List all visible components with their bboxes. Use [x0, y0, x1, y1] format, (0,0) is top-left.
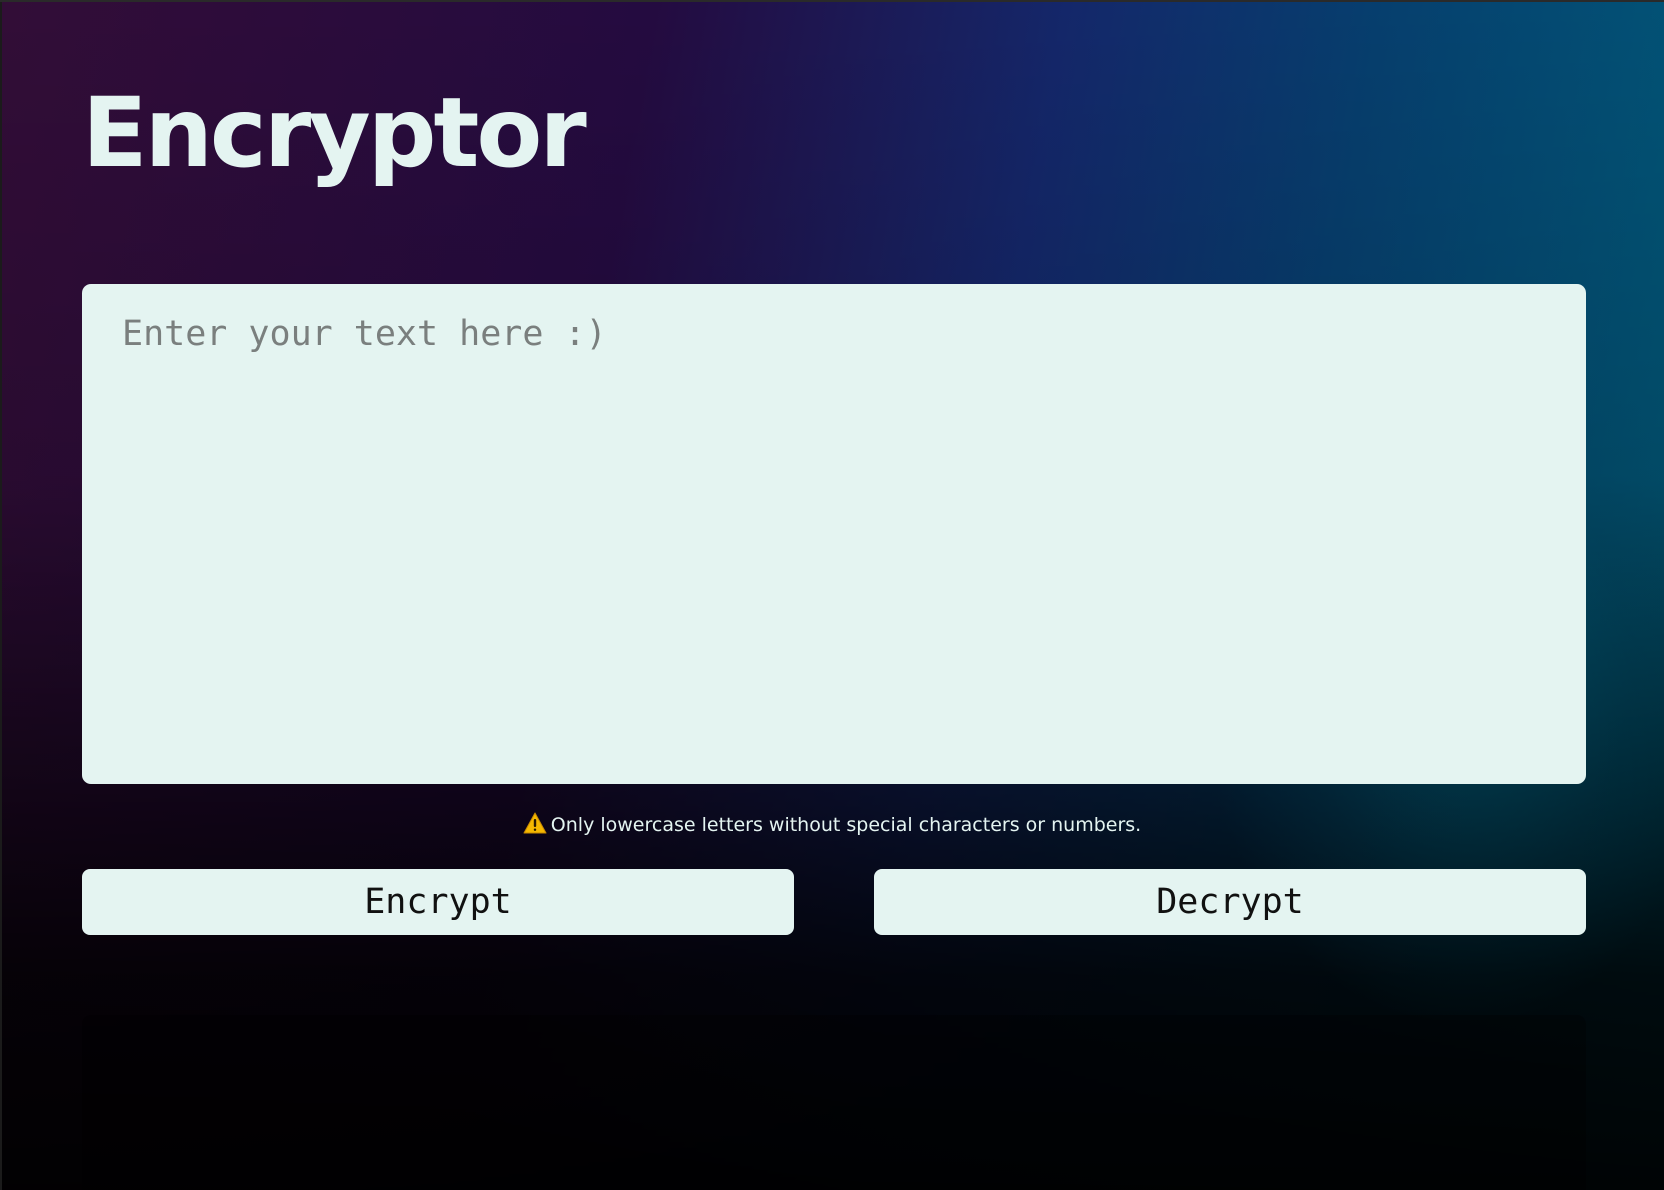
warning-message: Only lowercase letters without special c… [0, 812, 1664, 839]
decrypt-button[interactable]: Decrypt [874, 869, 1586, 935]
text-input[interactable] [82, 284, 1586, 784]
warning-text: Only lowercase letters without special c… [550, 814, 1142, 836]
warning-icon [523, 812, 547, 839]
page-title: Encryptor [82, 77, 587, 189]
encrypt-button[interactable]: Encrypt [82, 869, 794, 935]
output-panel [82, 1015, 1586, 1190]
